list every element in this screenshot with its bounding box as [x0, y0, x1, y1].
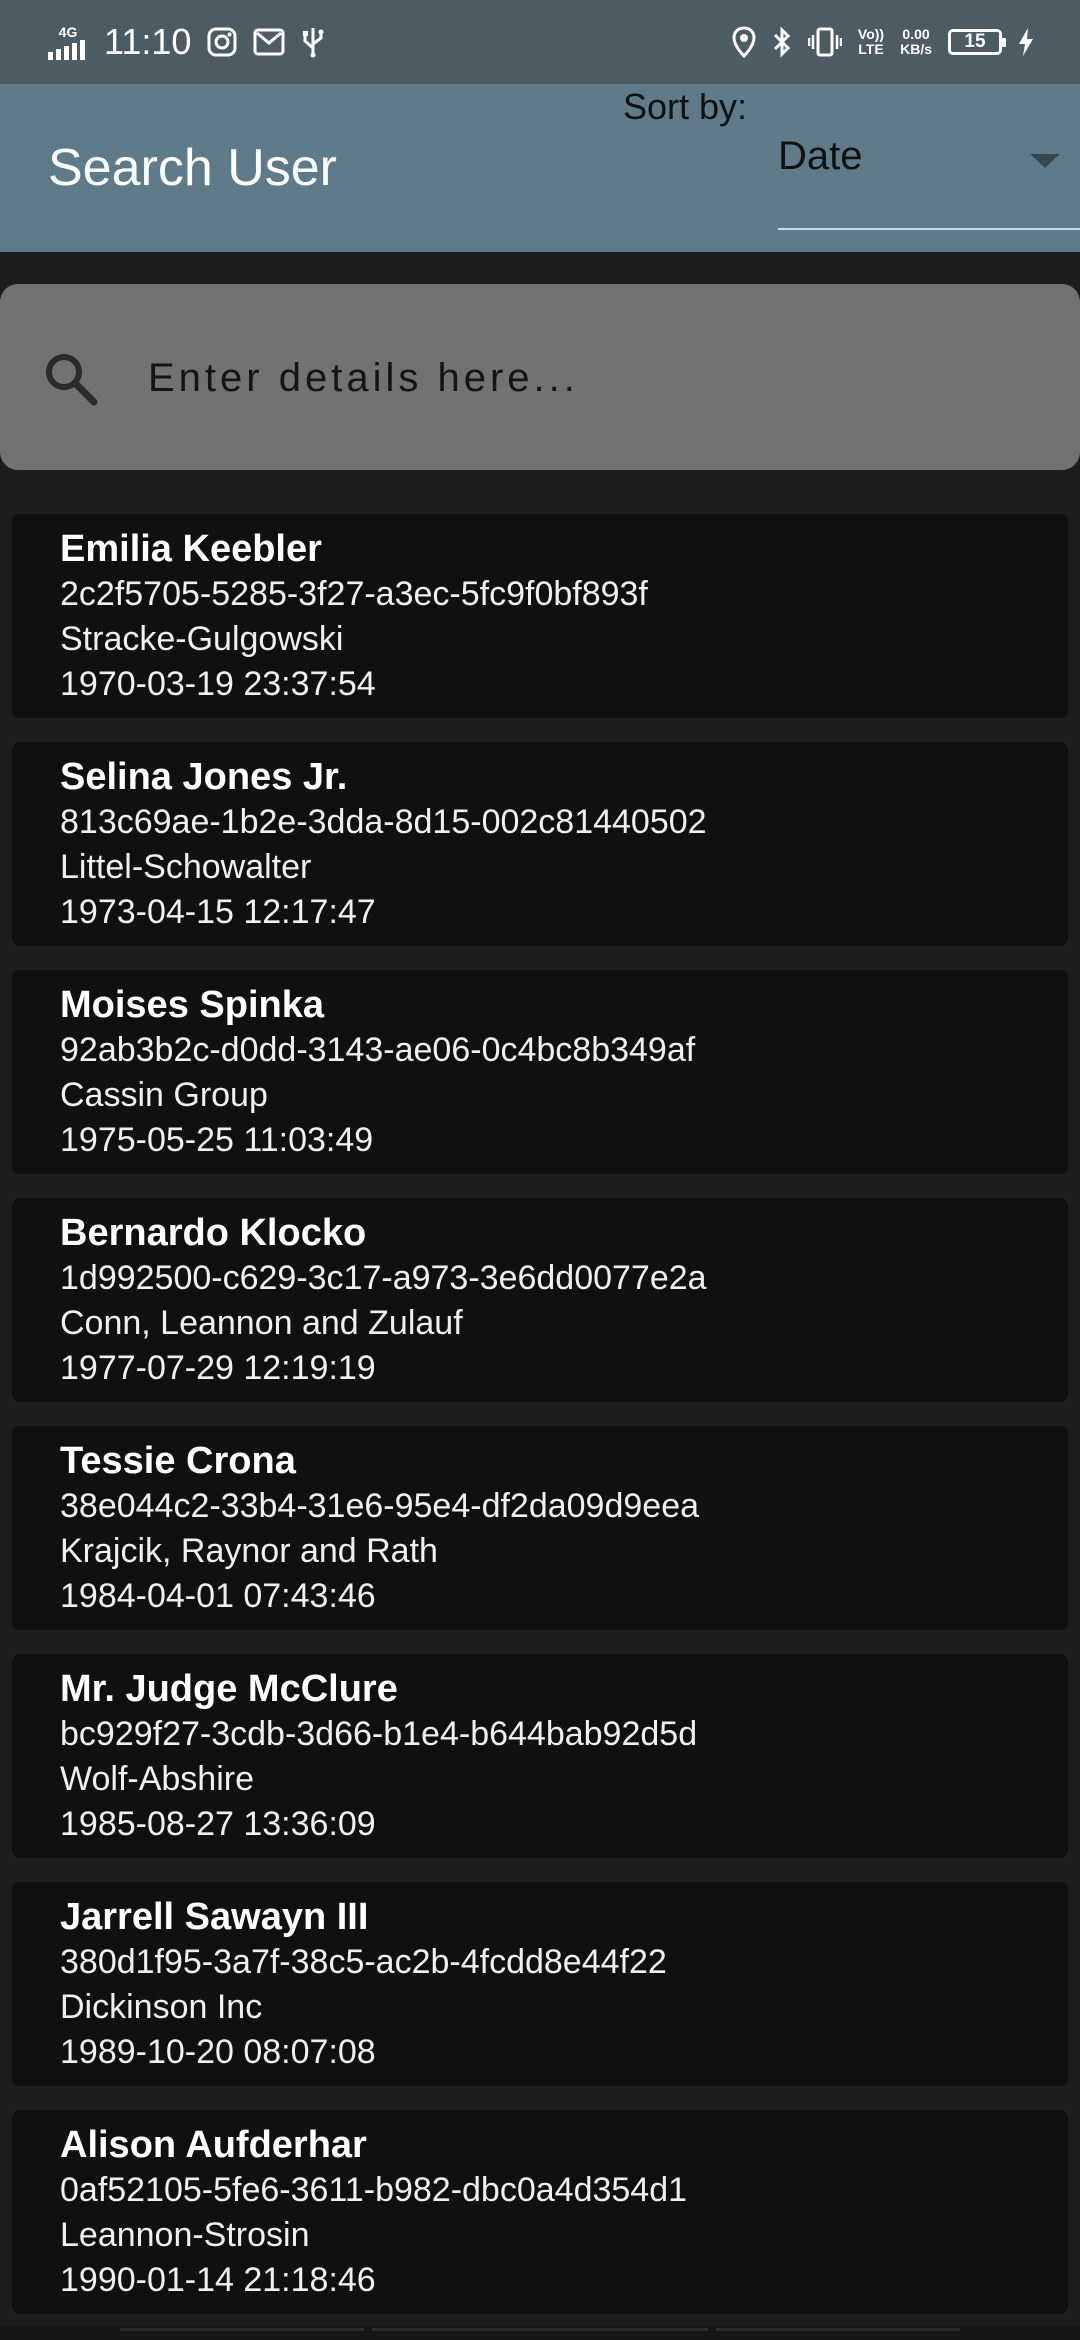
user-company: Conn, Leannon and Zulauf	[60, 1304, 463, 1342]
user-date: 1977-07-29 12:19:19	[60, 1349, 376, 1387]
user-date: 1973-04-15 12:17:47	[60, 893, 376, 931]
user-company: Dickinson Inc	[60, 1988, 263, 2026]
dropdown-arrow-icon	[1030, 154, 1060, 168]
search-bar	[0, 284, 1080, 470]
user-id: 92ab3b2c-d0dd-3143-ae06-0c4bc8b349af	[60, 1031, 696, 1069]
list-item[interactable]: Tessie Crona 38e044c2-33b4-31e6-95e4-df2…	[12, 1426, 1068, 1630]
page-title: Search User	[48, 139, 337, 197]
usb-icon	[301, 26, 325, 58]
search-input[interactable]	[146, 342, 1030, 414]
list-item[interactable]: Alison Aufderhar 0af52105-5fe6-3611-b982…	[12, 2110, 1068, 2314]
user-name: Jarrell Sawayn III	[60, 1896, 369, 1938]
search-icon	[42, 350, 100, 413]
user-list: Emilia Keebler 2c2f5705-5285-3f27-a3ec-5…	[12, 514, 1068, 2338]
sort-label: Sort by:	[623, 86, 748, 127]
user-date: 1990-01-14 21:18:46	[60, 2261, 376, 2299]
sort-dropdown[interactable]: Date	[778, 120, 1080, 230]
user-company: Stracke-Gulgowski	[60, 620, 344, 658]
list-item[interactable]: Jarrell Sawayn III 380d1f95-3a7f-38c5-ac…	[12, 1882, 1068, 2086]
mail-icon	[253, 27, 285, 57]
battery-icon: 15	[948, 29, 1006, 55]
user-date: 1970-03-19 23:37:54	[60, 665, 376, 703]
list-item[interactable]: Emilia Keebler 2c2f5705-5285-3f27-a3ec-5…	[12, 514, 1068, 718]
user-id: 380d1f95-3a7f-38c5-ac2b-4fcdd8e44f22	[60, 1943, 667, 1981]
user-company: Cassin Group	[60, 1076, 268, 1114]
charging-icon	[1018, 27, 1034, 57]
user-company: Krajcik, Raynor and Rath	[60, 1532, 438, 1570]
list-item[interactable]: Bernardo Klocko 1d992500-c629-3c17-a973-…	[12, 1198, 1068, 1402]
user-name: Mr. Judge McClure	[60, 1668, 398, 1710]
divider	[372, 2328, 708, 2331]
list-item[interactable]: Mr. Judge McClure bc929f27-3cdb-3d66-b1e…	[12, 1654, 1068, 1858]
user-date: 1989-10-20 08:07:08	[60, 2033, 376, 2071]
user-id: 38e044c2-33b4-31e6-95e4-df2da09d9eea	[60, 1487, 700, 1525]
instagram-icon	[207, 27, 237, 57]
user-date: 1984-04-01 07:43:46	[60, 1577, 376, 1615]
user-name: Selina Jones Jr.	[60, 756, 348, 798]
user-name: Emilia Keebler	[60, 528, 322, 570]
user-company: Leannon-Strosin	[60, 2216, 310, 2254]
user-company: Littel-Schowalter	[60, 848, 312, 886]
user-id: 2c2f5705-5285-3f27-a3ec-5fc9f0bf893f	[60, 575, 648, 613]
network-speed-indicator: 0.00 KB/s	[900, 26, 932, 57]
battery-level: 15	[964, 31, 986, 52]
divider	[120, 2328, 364, 2331]
bottom-edge	[0, 2326, 1080, 2340]
user-date: 1985-08-27 13:36:09	[60, 1805, 376, 1843]
location-icon	[732, 26, 756, 58]
user-id: 813c69ae-1b2e-3dda-8d15-002c81440502	[60, 803, 707, 841]
user-name: Alison Aufderhar	[60, 2124, 367, 2166]
user-id: 0af52105-5fe6-3611-b982-dbc0a4d354d1	[60, 2171, 688, 2209]
user-company: Wolf-Abshire	[60, 1760, 254, 1798]
vibrate-icon	[807, 27, 842, 57]
user-id: 1d992500-c629-3c17-a973-3e6dd0077e2a	[60, 1259, 707, 1297]
user-id: bc929f27-3cdb-3d66-b1e4-b644bab92d5d	[60, 1715, 698, 1753]
app-bar: Search User Sort by: Date	[0, 84, 1080, 252]
sort-selected-value: Date	[778, 134, 863, 178]
bluetooth-icon	[772, 26, 792, 58]
list-item[interactable]: Moises Spinka 92ab3b2c-d0dd-3143-ae06-0c…	[12, 970, 1068, 1174]
signal-indicator: 4G	[48, 23, 88, 60]
user-name: Tessie Crona	[60, 1440, 296, 1482]
volte-indicator: Vo)) LTE	[857, 26, 885, 57]
user-date: 1975-05-25 11:03:49	[60, 1121, 374, 1159]
network-type-label: 4G	[58, 23, 78, 40]
clock: 11:10	[104, 21, 192, 62]
user-name: Moises Spinka	[60, 984, 324, 1026]
list-item[interactable]: Selina Jones Jr. 813c69ae-1b2e-3dda-8d15…	[12, 742, 1068, 946]
user-name: Bernardo Klocko	[60, 1212, 367, 1254]
divider	[716, 2328, 960, 2331]
signal-bars-icon	[48, 39, 88, 60]
status-bar: 4G 11:10 Vo)) LTE 0.00 KB/s 15	[0, 0, 1080, 84]
